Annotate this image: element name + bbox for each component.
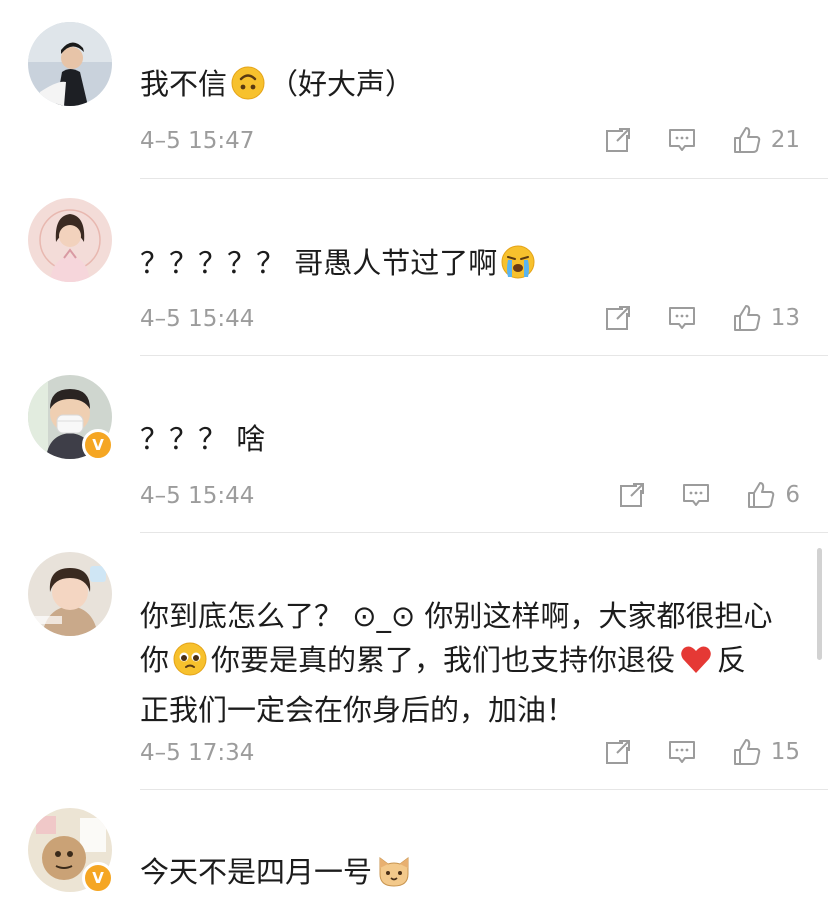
comment-icon bbox=[667, 125, 697, 155]
comment-time: 4–5 17:34 bbox=[140, 740, 255, 766]
verified-badge: V bbox=[82, 862, 114, 894]
like-button[interactable]: 6 bbox=[745, 479, 800, 511]
comment-text: 你到底怎么了？ ⊙_⊙ 你别这样啊，大家都很担心 你你要是真的累了，我们也支持你… bbox=[140, 594, 798, 732]
comment-meta: 4–5 17:34 15 bbox=[140, 736, 800, 772]
cat-face-icon bbox=[376, 854, 412, 900]
thumbs-up-icon bbox=[731, 736, 763, 768]
red-heart-icon bbox=[679, 642, 713, 688]
thumbs-up-icon bbox=[745, 479, 777, 511]
pleading-face-icon bbox=[173, 642, 207, 688]
comment-line: 你你要是真的累了，我们也支持你退役反 bbox=[140, 638, 798, 688]
share-icon bbox=[603, 125, 633, 155]
comment-button[interactable] bbox=[681, 480, 711, 510]
comment-icon bbox=[667, 737, 697, 767]
comment-text: 我不信 （好大声） bbox=[140, 62, 798, 112]
loudly-crying-face-icon bbox=[501, 245, 535, 291]
share-icon bbox=[603, 303, 633, 333]
divider bbox=[140, 178, 828, 179]
upside-down-face-icon bbox=[231, 66, 265, 112]
thumbs-up-icon bbox=[731, 302, 763, 334]
like-count: 13 bbox=[770, 305, 800, 331]
share-icon bbox=[603, 737, 633, 767]
scrollbar[interactable] bbox=[817, 548, 822, 660]
avatar[interactable]: V bbox=[28, 808, 114, 894]
comment-icon bbox=[667, 303, 697, 333]
like-button[interactable]: 13 bbox=[731, 302, 800, 334]
divider bbox=[140, 532, 828, 533]
like-count: 15 bbox=[770, 739, 800, 765]
comment-meta: 4–5 15:44 13 bbox=[140, 302, 800, 338]
like-button[interactable]: 15 bbox=[731, 736, 800, 768]
comment-text: ？？？ 啥 bbox=[140, 422, 266, 456]
verified-badge: V bbox=[82, 429, 114, 461]
like-count: 6 bbox=[785, 482, 800, 508]
avatar[interactable] bbox=[28, 552, 112, 636]
comment-text: ？？？？？ 哥愚人节过了啊 bbox=[140, 241, 798, 291]
divider bbox=[140, 789, 828, 790]
comment-button[interactable] bbox=[667, 125, 697, 155]
share-button[interactable] bbox=[617, 480, 647, 510]
divider bbox=[140, 355, 828, 356]
share-button[interactable] bbox=[603, 737, 633, 767]
like-button[interactable]: 21 bbox=[731, 124, 800, 156]
comment-button[interactable] bbox=[667, 303, 697, 333]
comment-meta: 4–5 15:44 6 bbox=[140, 479, 800, 515]
comment-text: 今天不是四月一号 bbox=[140, 850, 798, 900]
comment-time: 4–5 15:47 bbox=[140, 128, 255, 154]
share-icon bbox=[617, 480, 647, 510]
thumbs-up-icon bbox=[731, 124, 763, 156]
comment-line: 你到底怎么了？ ⊙_⊙ 你别这样啊，大家都很担心 bbox=[140, 599, 773, 633]
share-button[interactable] bbox=[603, 125, 633, 155]
comment-time: 4–5 15:44 bbox=[140, 306, 255, 332]
comment-meta: 4–5 15:47 21 bbox=[140, 124, 800, 160]
like-count: 21 bbox=[770, 127, 800, 153]
share-button[interactable] bbox=[603, 303, 633, 333]
comment-button[interactable] bbox=[667, 737, 697, 767]
avatar[interactable]: V bbox=[28, 375, 114, 461]
comment-time: 4–5 15:44 bbox=[140, 483, 255, 509]
avatar[interactable] bbox=[28, 22, 112, 106]
comment-icon bbox=[681, 480, 711, 510]
avatar[interactable] bbox=[28, 198, 112, 282]
comment-line: 正我们一定会在你身后的，加油！ bbox=[140, 693, 576, 727]
